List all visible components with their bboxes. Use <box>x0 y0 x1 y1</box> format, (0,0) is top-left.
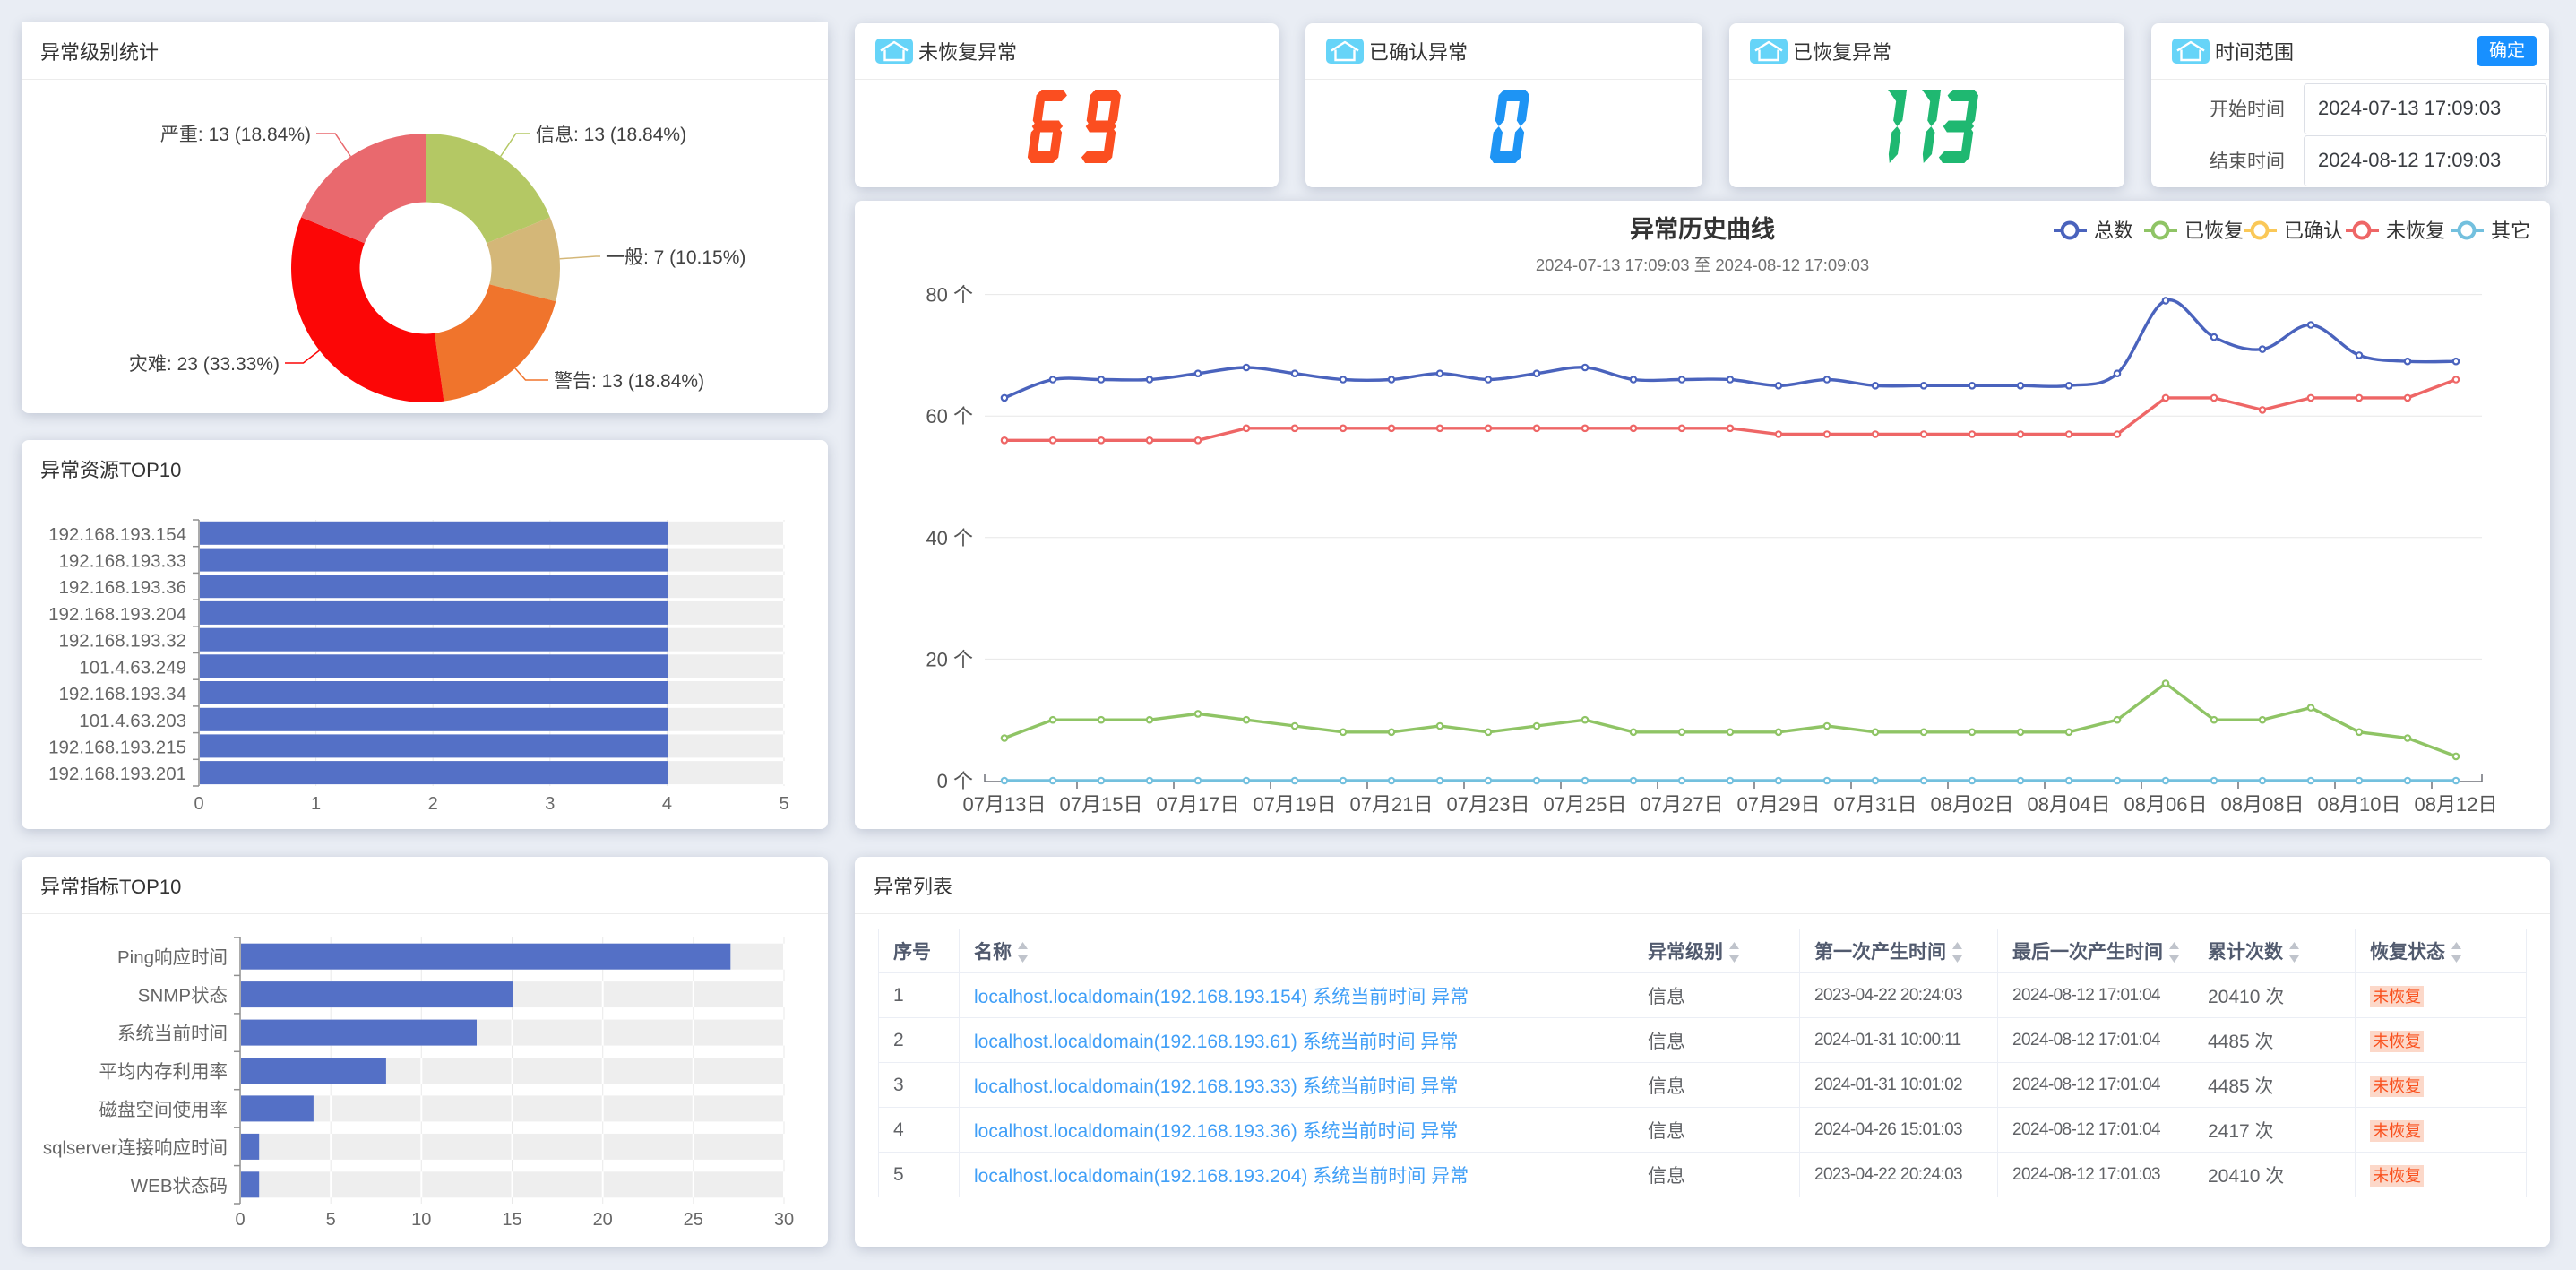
svg-text:系统当前时间: 系统当前时间 <box>117 1024 228 1044</box>
svg-text:灾难: 23 (33.33%): 灾难: 23 (33.33%) <box>129 354 280 375</box>
svg-text:192.168.193.215: 192.168.193.215 <box>48 737 186 757</box>
svg-text:已确认: 已确认 <box>2284 220 2343 242</box>
svg-text:192.168.193.201: 192.168.193.201 <box>48 764 186 784</box>
svg-text:5: 5 <box>779 794 788 814</box>
svg-text:07月21日: 07月21日 <box>1350 793 1434 816</box>
svg-text:0: 0 <box>194 794 203 814</box>
svg-text:08月10日: 08月10日 <box>2318 793 2401 816</box>
svg-text:2024-07-13 17:09:03 至 2024-08-: 2024-07-13 17:09:03 至 2024-08-12 17:09:0… <box>1536 255 1869 274</box>
svg-text:101.4.63.203: 101.4.63.203 <box>79 711 186 731</box>
svg-text:0: 0 <box>235 1210 245 1230</box>
svg-text:sqlserver连接响应时间: sqlserver连接响应时间 <box>43 1137 228 1158</box>
svg-text:已恢复: 已恢复 <box>2184 220 2244 242</box>
svg-text:0 个: 0 个 <box>937 770 973 792</box>
svg-text:07月23日: 07月23日 <box>1447 793 1530 816</box>
svg-text:信息: 13 (18.84%): 信息: 13 (18.84%) <box>536 125 686 145</box>
svg-text:40 个: 40 个 <box>926 527 973 549</box>
svg-text:07月31日: 07月31日 <box>1834 793 1917 816</box>
svg-text:08月08日: 08月08日 <box>2221 793 2305 816</box>
svg-text:20 个: 20 个 <box>926 648 973 670</box>
svg-text:192.168.193.154: 192.168.193.154 <box>48 524 186 545</box>
svg-text:20: 20 <box>593 1210 613 1230</box>
svg-text:08月12日: 08月12日 <box>2415 793 2498 816</box>
svg-text:平均内存利用率: 平均内存利用率 <box>99 1062 228 1083</box>
svg-text:101.4.63.249: 101.4.63.249 <box>79 657 186 678</box>
svg-text:07月15日: 07月15日 <box>1060 793 1143 816</box>
svg-text:60 个: 60 个 <box>926 405 973 428</box>
svg-text:异常历史曲线: 异常历史曲线 <box>1630 216 1775 243</box>
svg-text:1: 1 <box>311 794 321 814</box>
svg-text:08月06日: 08月06日 <box>2124 793 2208 816</box>
svg-text:08月02日: 08月02日 <box>1931 793 2014 816</box>
svg-text:192.168.193.36: 192.168.193.36 <box>59 577 187 598</box>
svg-text:警告: 13 (18.84%): 警告: 13 (18.84%) <box>554 371 704 392</box>
svg-text:30: 30 <box>774 1210 794 1230</box>
svg-text:一般: 7 (10.15%): 一般: 7 (10.15%) <box>606 247 745 268</box>
svg-text:Ping响应时间: Ping响应时间 <box>117 947 228 968</box>
svg-text:07月17日: 07月17日 <box>1157 793 1240 816</box>
svg-text:07月19日: 07月19日 <box>1254 793 1337 816</box>
svg-text:2: 2 <box>428 794 438 814</box>
svg-text:3: 3 <box>545 794 555 814</box>
svg-text:WEB状态码: WEB状态码 <box>131 1176 228 1197</box>
svg-text:未恢复: 未恢复 <box>2386 220 2445 242</box>
svg-text:08月04日: 08月04日 <box>2028 793 2111 816</box>
svg-text:其它: 其它 <box>2491 220 2530 242</box>
svg-text:07月25日: 07月25日 <box>1544 793 1627 816</box>
svg-text:07月27日: 07月27日 <box>1641 793 1724 816</box>
svg-text:192.168.193.204: 192.168.193.204 <box>48 604 186 625</box>
svg-text:SNMP状态: SNMP状态 <box>138 986 228 1006</box>
svg-text:192.168.193.34: 192.168.193.34 <box>59 684 187 704</box>
svg-text:07月29日: 07月29日 <box>1737 793 1821 816</box>
svg-text:严重: 13 (18.84%): 严重: 13 (18.84%) <box>160 125 311 145</box>
svg-text:80 个: 80 个 <box>926 284 973 307</box>
svg-text:4: 4 <box>662 794 672 814</box>
svg-text:总数: 总数 <box>2094 220 2133 242</box>
svg-text:磁盘空间使用率: 磁盘空间使用率 <box>99 1100 228 1120</box>
svg-text:192.168.193.33: 192.168.193.33 <box>59 551 187 572</box>
svg-text:25: 25 <box>684 1210 703 1230</box>
svg-text:192.168.193.32: 192.168.193.32 <box>59 631 187 652</box>
svg-text:10: 10 <box>411 1210 431 1230</box>
svg-text:07月13日: 07月13日 <box>963 793 1047 816</box>
svg-text:15: 15 <box>502 1210 521 1230</box>
svg-text:5: 5 <box>326 1210 336 1230</box>
